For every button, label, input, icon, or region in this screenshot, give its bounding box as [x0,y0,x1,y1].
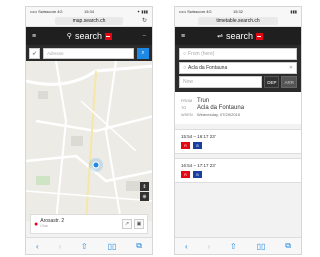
to-label: TO [181,106,187,110]
time-placeholder: Now [183,79,194,85]
arrival-toggle[interactable]: ARR [281,76,297,88]
brand-logo[interactable]: ⚲ search [67,31,112,41]
transit-icon[interactable]: ▣ [134,219,144,229]
departure-toggle[interactable]: DEP [264,76,280,88]
browser-toolbar: ‹ › ⇧ ▯▯ ⧉ [26,237,152,254]
carrier-label: ••••• Swisscom 4G [30,8,63,14]
locate-arrow-icon[interactable]: ➶ [29,47,40,59]
url-text[interactable]: timetable.search.ch [198,16,278,25]
app-header: ≡ ⚲ search – [26,27,152,45]
bookmarks-icon[interactable]: ▯▯ [108,242,117,251]
url-bar[interactable]: timetable.search.ch [175,15,301,27]
timetable-form: ○ From (here) ○ Acla da Fontauna ✕ Now D… [175,45,301,92]
origin-icon: ○ [183,51,187,57]
more-icon[interactable]: – [143,33,146,39]
search-button[interactable]: ⌕ [137,47,149,59]
bus-badge: B [193,142,202,149]
brand-name: search [74,31,102,41]
url-text[interactable]: map.search.ch [54,16,124,25]
connection-time: 16:54 – 17:17 23' [181,163,216,168]
share-icon[interactable]: ⇧ [230,242,237,251]
search-logo-icon [104,32,112,40]
back-icon[interactable]: ‹ [36,242,39,251]
battery-indicator: ✦ ▮▮▮ [136,8,148,14]
rail-badge: R [181,171,190,178]
from-row: FROM Trun [181,98,295,104]
from-label: FROM [181,99,193,103]
brand-name: search [225,31,253,41]
route-summary: FROM Trun TO Acla da Fontauna WHEN Wedne… [175,92,301,124]
status-bar: ••••• Swisscom 4G 15:34 ✦ ▮▮▮ [26,7,152,15]
battery-indicator: ▮▮▮ [290,8,297,14]
share-icon[interactable]: ⇧ [81,242,88,251]
address-search-input[interactable]: Adresse [43,47,134,59]
timetable-icon: ⇌ [217,33,223,40]
app-header: ≡ ⇌ search [175,27,301,45]
time-row: Now DEP ARR [179,76,297,88]
search-row: ➶ Adresse ⌕ [26,45,152,61]
brand-logo[interactable]: ⇌ search [217,31,263,41]
carrier-label: ••••• Swisscom 4G [179,8,212,14]
to-value: Acla da Fontauna [197,105,245,111]
location-sub: Chur [40,223,48,228]
connection-item[interactable]: 15:54 – 16:17 23' R B [175,129,301,154]
url-bar[interactable]: map.search.ch ↻ [26,15,152,27]
menu-icon[interactable]: ≡ [181,33,185,40]
map-roads [26,61,152,221]
bookmarks-icon[interactable]: ▯▯ [257,242,266,251]
search-logo-icon [255,32,263,40]
browser-toolbar: ‹ › ⇧ ▯▯ ⧉ [175,237,301,254]
zoom-icon[interactable]: ⇕ [140,182,149,191]
tabs-icon[interactable]: ⧉ [136,241,142,251]
to-value: Acla da Fontauna [188,65,228,71]
when-value: Wednesday, 07/29/2015 [197,112,240,117]
forward-icon[interactable]: › [207,242,210,251]
to-field[interactable]: ○ Acla da Fontauna ✕ [179,62,297,74]
connection-time: 15:54 – 16:17 23' [181,134,216,139]
clear-icon[interactable]: ✕ [289,65,293,71]
to-row: TO Acla da Fontauna [181,105,295,111]
menu-icon[interactable]: ≡ [32,33,36,40]
map-pin-icon: ⚲ [66,33,72,40]
map-view[interactable]: ⇕ ⊕ [26,61,152,221]
route-icon[interactable]: ↗ [122,219,132,229]
when-label: WHEN [181,113,193,117]
layers-icon[interactable]: ⊕ [140,192,149,201]
from-placeholder: From (here) [188,51,215,57]
location-card[interactable]: ● Arosastr. 2 Chur ↗ ▣ [30,214,148,234]
time-field[interactable]: Now [179,76,263,88]
destination-icon: ○ [183,65,187,71]
search-icon: ⌕ [141,49,145,56]
timetable-phone-screen: ••••• Swisscom 4G 15:32 ▮▮▮ timetable.se… [174,6,302,255]
connection-item[interactable]: 16:54 – 17:17 23' R B [175,158,301,183]
rail-badge: R [181,142,190,149]
map-phone-screen: ••••• Swisscom 4G 15:34 ✦ ▮▮▮ map.search… [25,6,153,255]
when-row: WHEN Wednesday, 07/29/2015 [181,112,295,117]
from-value: Trun [197,98,210,104]
back-icon[interactable]: ‹ [185,242,188,251]
forward-icon[interactable]: › [58,242,61,251]
reload-icon[interactable]: ↻ [142,17,147,24]
tabs-icon[interactable]: ⧉ [285,241,291,251]
from-field[interactable]: ○ From (here) [179,48,297,60]
bus-badge: B [193,171,202,178]
status-bar: ••••• Swisscom 4G 15:32 ▮▮▮ [175,7,301,15]
location-pin-icon: ● [34,220,39,228]
